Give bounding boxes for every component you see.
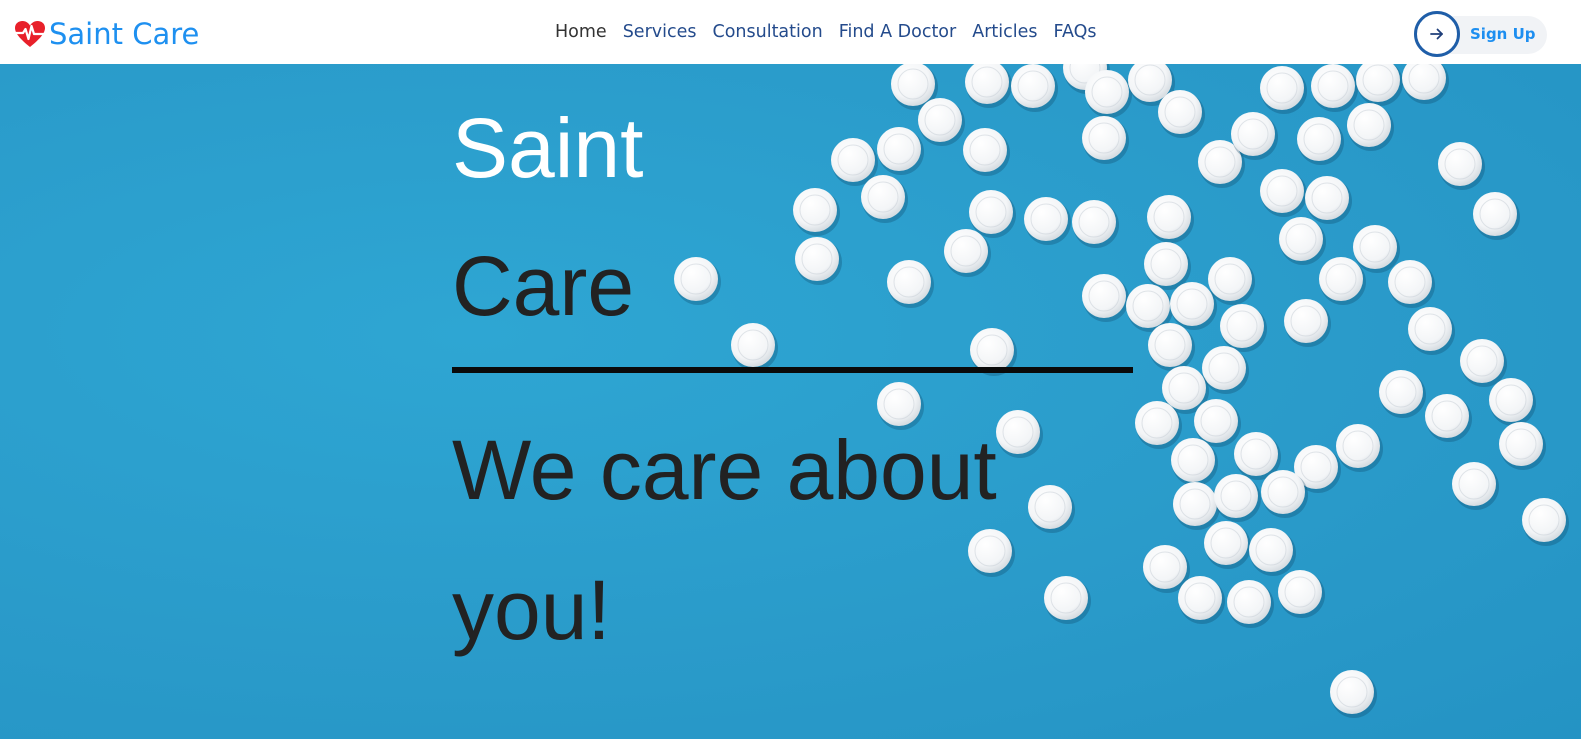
nav-link-services[interactable]: Services: [623, 22, 697, 42]
sign-up-label: Sign Up: [1470, 25, 1536, 43]
nav-link-home[interactable]: Home: [555, 22, 607, 42]
brand-name: Saint Care: [49, 17, 200, 51]
nav-link-consultation[interactable]: Consultation: [712, 22, 822, 42]
nav-link-faqs[interactable]: FAQs: [1053, 22, 1096, 42]
hero-title-line2: Care: [452, 239, 635, 333]
arrow-right-icon: [1414, 11, 1460, 57]
sign-up-button[interactable]: Sign Up: [1414, 11, 1547, 57]
main-nav: Home Services Consultation Find A Doctor…: [555, 22, 1113, 42]
hero-section: Saint Care We care about you!: [0, 64, 1581, 739]
nav-link-articles[interactable]: Articles: [972, 22, 1037, 42]
hero-tagline: We care about you!: [452, 423, 997, 657]
brand-logo-link[interactable]: Saint Care: [14, 14, 199, 54]
hero-title-line1: Saint: [452, 101, 644, 195]
nav-link-find-a-doctor[interactable]: Find A Doctor: [839, 22, 957, 42]
hero-divider: [452, 367, 1133, 373]
navbar: Saint Care Home Services Consultation Fi…: [0, 0, 1581, 64]
heart-pulse-icon: [14, 21, 46, 47]
